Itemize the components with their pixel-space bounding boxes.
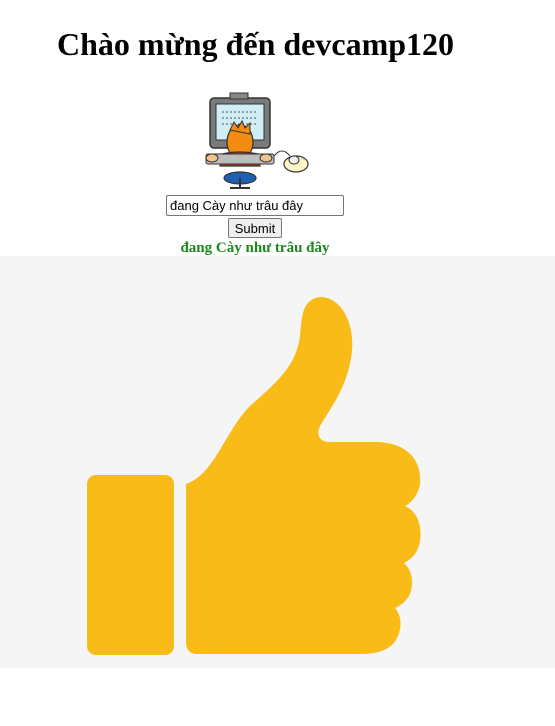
thumbs-up-icon [87, 297, 421, 655]
output-text: đang Cày như trâu đây [180, 240, 330, 256]
submit-button[interactable]: Submit [227, 218, 283, 238]
page: Chào mừng đến devcamp120 Submit đang Cày… [0, 0, 555, 726]
entry-form: Submit đang Cày như trâu đây [0, 195, 510, 257]
text-input[interactable] [166, 195, 344, 216]
page-title: Chào mừng đến devcamp120 [57, 26, 455, 62]
computer-worker-icon [205, 92, 309, 189]
thumbs-up-image-panel [0, 256, 555, 668]
